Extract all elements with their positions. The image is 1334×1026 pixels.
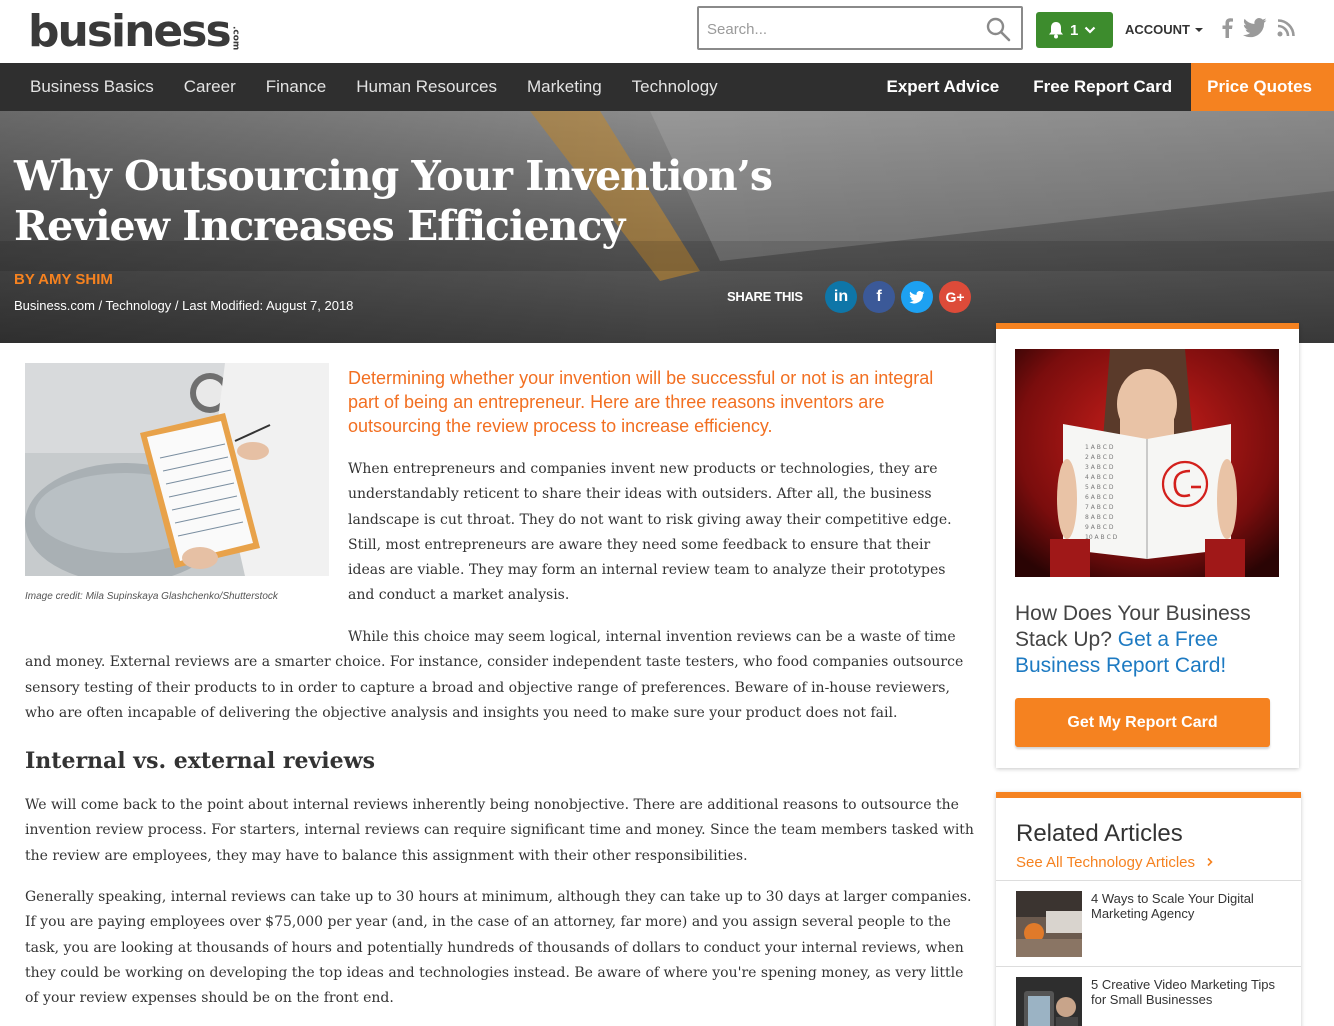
rss-icon[interactable] (1277, 19, 1295, 37)
notifications-button[interactable]: 1 (1036, 12, 1113, 48)
article-paragraph: While this choice may seem logical, inte… (25, 629, 964, 721)
twitter-icon[interactable] (1243, 18, 1267, 38)
nav-human-resources[interactable]: Human Resources (356, 77, 497, 97)
svg-text:1 A B C D: 1 A B C D (1085, 444, 1114, 451)
chevron-right-icon (1207, 857, 1213, 867)
related-articles: Related Articles See All Technology Arti… (996, 792, 1301, 1026)
see-all-link[interactable]: See All Technology Articles (1016, 854, 1215, 871)
article-paragraph: Generally speaking, internal reviews can… (25, 889, 972, 1007)
article-lead-image (25, 363, 329, 576)
nav-free-report-card[interactable]: Free Report Card (1016, 63, 1189, 111)
nav-career[interactable]: Career (184, 77, 236, 97)
svg-text:2 A B C D: 2 A B C D (1085, 454, 1114, 461)
related-article-thumbnail (1016, 977, 1082, 1026)
breadcrumb: Business.com / Technology / Last Modifie… (14, 298, 354, 313)
svg-text:9 A B C D: 9 A B C D (1085, 524, 1114, 531)
bell-icon (1049, 22, 1063, 39)
nav-price-quotes[interactable]: Price Quotes (1191, 63, 1334, 111)
article-title: Why Outsourcing Your Invention’s Review … (14, 152, 773, 250)
nav-finance[interactable]: Finance (266, 77, 326, 97)
svg-text:6 A B C D: 6 A B C D (1085, 494, 1114, 501)
googleplus-share-icon[interactable]: G+ (939, 281, 971, 313)
report-card-promo: 1 A B C D 2 A B C D 3 A B C D 4 A B C D … (996, 323, 1299, 768)
top-header: business .com 1 ACCOUNT (0, 0, 1334, 63)
nav-business-basics[interactable]: Business Basics (30, 77, 154, 97)
get-report-card-button[interactable]: Get My Report Card (1015, 698, 1270, 747)
section-heading: Internal vs. external reviews (25, 748, 375, 774)
nav-technology[interactable]: Technology (632, 77, 718, 97)
search-icon[interactable] (985, 16, 1011, 42)
related-article-item[interactable]: 4 Ways to Scale Your Digital Marketing A… (996, 880, 1301, 966)
related-article-thumbnail (1016, 891, 1082, 957)
related-article-title: 5 Creative Video Marketing Tips for Smal… (1091, 977, 1276, 1007)
nav-marketing[interactable]: Marketing (527, 77, 602, 97)
facebook-share-icon[interactable]: f (863, 281, 895, 313)
promo-image: 1 A B C D 2 A B C D 3 A B C D 4 A B C D … (1015, 349, 1279, 577)
svg-text:7 A B C D: 7 A B C D (1085, 504, 1114, 511)
twitter-share-icon[interactable] (901, 281, 933, 313)
search-box (697, 6, 1023, 50)
twitter-bird-icon (909, 290, 925, 303)
author-byline[interactable]: BY AMY SHIM (14, 271, 113, 288)
related-title: Related Articles (1016, 820, 1183, 847)
article-intro: Determining whether your invention will … (348, 368, 934, 436)
logo-text: business (28, 6, 232, 57)
notification-count: 1 (1070, 21, 1079, 39)
share-label: SHARE THIS (727, 289, 803, 304)
logo-suffix: .com (230, 26, 241, 51)
search-input[interactable] (707, 18, 977, 40)
article-paragraph: We will come back to the point about int… (25, 797, 974, 864)
account-menu[interactable]: ACCOUNT (1125, 22, 1204, 37)
related-article-title: 4 Ways to Scale Your Digital Marketing A… (1091, 891, 1254, 921)
related-article-item[interactable]: 5 Creative Video Marketing Tips for Smal… (996, 966, 1301, 1026)
chevron-down-icon (1085, 26, 1096, 34)
linkedin-share-icon[interactable]: in (825, 281, 857, 313)
svg-text:8 A B C D: 8 A B C D (1085, 514, 1114, 521)
see-all-label: See All Technology Articles (1016, 854, 1195, 871)
article-paragraph: When entrepreneurs and companies invent … (348, 461, 952, 604)
category-nav: Business Basics Career Finance Human Res… (30, 63, 718, 111)
site-logo[interactable]: business .com (28, 8, 241, 56)
article-hero: Why Outsourcing Your Invention’s Review … (0, 111, 1334, 343)
svg-text:5 A B C D: 5 A B C D (1085, 484, 1114, 491)
caret-down-icon (1195, 27, 1203, 32)
image-credit: Image credit: Mila Supinskaya Glashchenk… (25, 591, 278, 602)
main-nav: Business Basics Career Finance Human Res… (0, 63, 1334, 111)
social-links (1221, 18, 1295, 38)
svg-text:3 A B C D: 3 A B C D (1085, 464, 1114, 471)
share-buttons: in f G+ (825, 281, 971, 313)
account-label: ACCOUNT (1125, 22, 1190, 37)
promo-text: How Does Your Business Stack Up? Get a F… (1015, 601, 1280, 679)
nav-expert-advice[interactable]: Expert Advice (870, 63, 1017, 111)
svg-text:4 A B C D: 4 A B C D (1085, 474, 1114, 481)
feature-nav: Expert Advice Free Report Card Price Quo… (870, 63, 1334, 111)
facebook-icon[interactable] (1221, 18, 1233, 38)
